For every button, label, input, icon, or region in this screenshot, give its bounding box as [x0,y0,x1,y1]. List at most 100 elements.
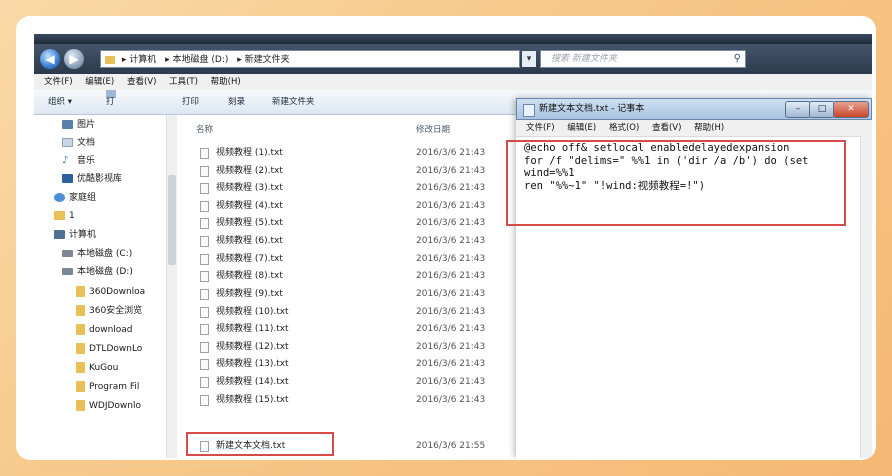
drive-icon [62,250,73,257]
sidebar-item-pictures[interactable]: 图片 [62,116,95,134]
forward-button[interactable]: ▶ [64,49,84,69]
sidebar-item-folder[interactable]: 360安全浏览 [76,302,142,320]
close-button[interactable]: ✕ [833,101,869,118]
highlight-box-code [506,140,846,226]
notepad-menu-view[interactable]: 查看(V) [652,120,681,136]
folder-icon [76,305,85,316]
breadcrumb-new-folder[interactable]: ▸ 新建文件夹 [237,51,289,67]
notepad-icon [523,104,535,117]
file-row[interactable]: 视频教程 (8).txt 2016/3/6 21:43 [182,268,517,285]
search-input[interactable]: 搜索 新建文件夹 ⚲ [540,50,746,68]
sidebar-item-drive-c[interactable]: 本地磁盘 (C:) [62,245,132,263]
content-card: ◀ ▶ ▸ 计算机 ▸ 本地磁盘 (D:) ▸ 新建文件夹 ▾ 搜索 新建文件夹… [16,16,876,460]
screenshot-area: ◀ ▶ ▸ 计算机 ▸ 本地磁盘 (D:) ▸ 新建文件夹 ▾ 搜索 新建文件夹… [34,34,872,458]
menu-help[interactable]: 帮助(H) [211,74,241,90]
explorer-menubar: 文件(F) 编辑(E) 查看(V) 工具(T) 帮助(H) [34,74,872,90]
file-row[interactable]: 视频教程 (9).txt 2016/3/6 21:43 [182,286,517,303]
folder-icon [105,55,115,64]
menu-file[interactable]: 文件(F) [44,74,73,90]
navigation-scrollbar[interactable] [166,115,177,458]
text-file-icon [200,377,209,388]
back-button[interactable]: ◀ [40,49,60,69]
address-field[interactable]: ▸ 计算机 ▸ 本地磁盘 (D:) ▸ 新建文件夹 [100,50,520,68]
address-bar: ◀ ▶ ▸ 计算机 ▸ 本地磁盘 (D:) ▸ 新建文件夹 ▾ 搜索 新建文件夹… [34,44,872,74]
burn-button[interactable]: 刻录 [228,90,245,114]
breadcrumb-computer[interactable]: ▸ 计算机 [122,51,156,67]
file-row[interactable]: 视频教程 (7).txt 2016/3/6 21:43 [182,251,517,268]
text-file-icon [200,201,209,212]
folder-icon [76,286,85,297]
file-row[interactable]: 视频教程 (1).txt 2016/3/6 21:43 [182,145,517,162]
search-icon: ⚲ [733,53,741,64]
breadcrumb-drive-d[interactable]: ▸ 本地磁盘 (D:) [165,51,228,67]
column-header-date[interactable]: 修改日期 [416,123,450,135]
sidebar-item-folder[interactable]: Program Fil [76,378,139,396]
file-row[interactable]: 视频教程 (14).txt 2016/3/6 21:43 [182,374,517,391]
sidebar-item-video-library[interactable]: 优酷影视库 [62,170,122,188]
menu-tools[interactable]: 工具(T) [169,74,198,90]
user-folder-icon [54,211,65,220]
sidebar-item-user[interactable]: 1 [54,207,75,225]
explorer-titlebar [34,34,872,44]
music-icon: ♪ [62,155,69,166]
notepad-titlebar[interactable]: 新建文本文档.txt - 记事本 – □ ✕ [516,98,872,120]
computer-icon [54,230,65,239]
file-list: 名称 修改日期 视频教程 (1).txt 2016/3/6 21:43 视频教程 … [182,115,517,458]
file-row[interactable]: 视频教程 (3).txt 2016/3/6 21:43 [182,180,517,197]
sidebar-item-drive-d[interactable]: 本地磁盘 (D:) [62,263,133,281]
sidebar-item-folder[interactable]: download [76,321,133,339]
menu-edit[interactable]: 编辑(E) [85,74,114,90]
sidebar-item-folder[interactable]: 360Downloa [76,283,145,301]
notepad-menu-format[interactable]: 格式(O) [609,120,639,136]
file-row[interactable]: 视频教程 (4).txt 2016/3/6 21:43 [182,198,517,215]
column-header-name[interactable]: 名称 [196,123,213,135]
print-button[interactable]: 打印 [182,90,199,114]
scroll-thumb[interactable] [168,175,176,265]
sidebar-item-documents[interactable]: 文档 [62,134,95,152]
new-folder-button[interactable]: 新建文件夹 [272,90,315,114]
folder-icon [76,343,85,354]
address-dropdown-button[interactable]: ▾ [522,51,536,67]
file-row[interactable]: 视频教程 (5).txt 2016/3/6 21:43 [182,215,517,232]
maximize-button[interactable]: □ [809,101,835,118]
organize-button[interactable]: 组织 ▾ [48,90,72,114]
text-file-icon [200,166,209,177]
sidebar-item-homegroup[interactable]: 家庭组 [54,189,96,207]
minimize-button[interactable]: – [785,101,811,118]
notepad-menubar: 文件(F) 编辑(E) 格式(O) 查看(V) 帮助(H) [516,120,872,137]
sidebar-item-folder[interactable]: WDJDownlo [76,397,141,415]
folder-icon [76,381,85,392]
file-row[interactable]: 视频教程 (15).txt 2016/3/6 21:43 [182,392,517,409]
folder-icon [76,324,85,335]
sidebar-item-computer[interactable]: 计算机 [54,226,96,244]
notepad-menu-help[interactable]: 帮助(H) [694,120,724,136]
drive-icon [62,268,73,275]
text-file-icon [200,359,209,370]
notepad-scrollbar[interactable] [860,136,872,458]
file-row[interactable]: 视频教程 (6).txt 2016/3/6 21:43 [182,233,517,250]
file-row[interactable]: 视频教程 (13).txt 2016/3/6 21:43 [182,356,517,373]
sidebar-item-folder[interactable]: DTLDownLo [76,340,142,358]
navigation-pane: 图片 文档 ♪ 音乐 优酷影视库 家庭组 1 计算机 本地磁盘 (C:) 本地磁盘… [34,115,174,458]
notepad-title: 新建文本文档.txt - 记事本 [539,104,645,114]
file-row[interactable]: 视频教程 (12).txt 2016/3/6 21:43 [182,339,517,356]
documents-icon [62,138,73,147]
notepad-menu-file[interactable]: 文件(F) [526,120,555,136]
text-file-icon [200,307,209,318]
homegroup-icon [54,193,65,202]
file-row[interactable]: 视频教程 (11).txt 2016/3/6 21:43 [182,321,517,338]
text-file-icon [200,218,209,229]
file-row[interactable]: 视频教程 (2).txt 2016/3/6 21:43 [182,163,517,180]
sidebar-item-folder[interactable]: KuGou [76,359,118,377]
notepad-menu-edit[interactable]: 编辑(E) [567,120,596,136]
sidebar-item-music[interactable]: ♪ 音乐 [62,152,95,170]
text-file-icon [200,342,209,353]
text-file-icon [200,289,209,300]
text-file-icon [200,254,209,265]
file-row[interactable]: 视频教程 (10).txt 2016/3/6 21:43 [182,304,517,321]
menu-view[interactable]: 查看(V) [127,74,156,90]
folder-icon [76,400,85,411]
video-library-icon [62,174,73,183]
highlight-box-file [186,432,334,456]
text-file-icon [200,395,209,406]
